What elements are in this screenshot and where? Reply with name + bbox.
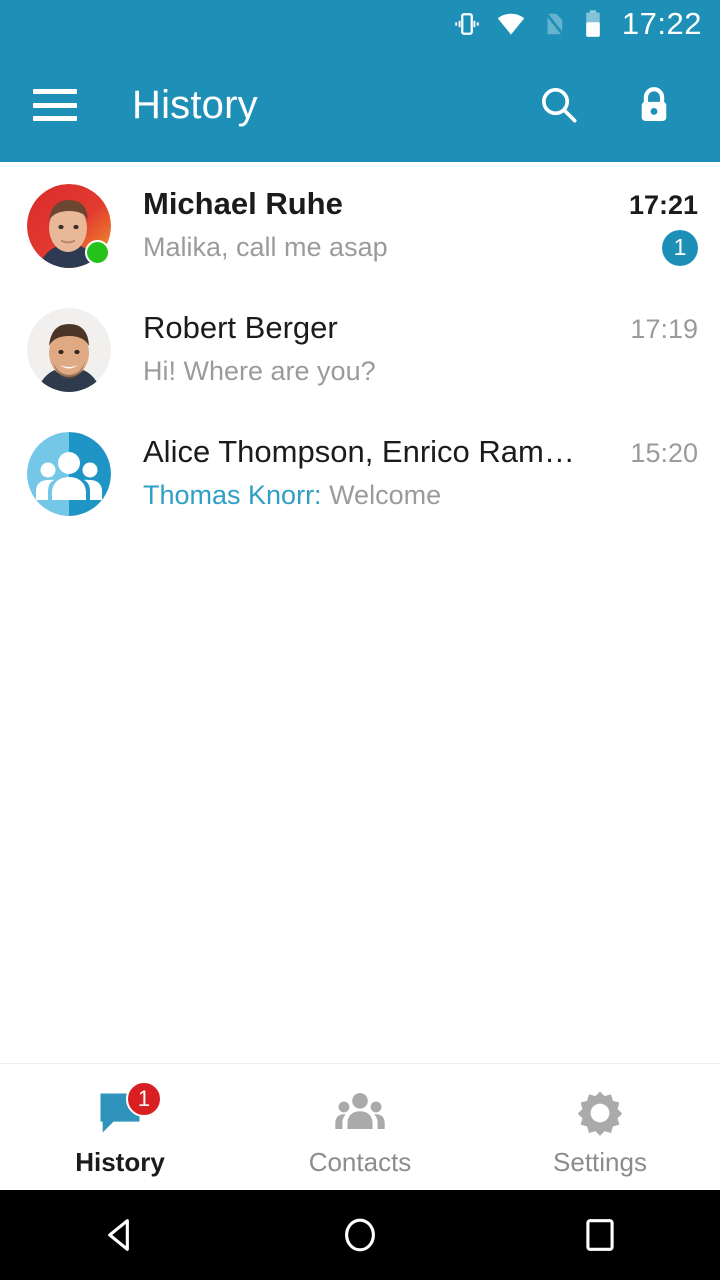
list-item-header: Michael Ruhe 17:21 xyxy=(143,186,698,223)
vibrate-icon xyxy=(452,9,482,39)
contacts-group-icon xyxy=(334,1085,386,1141)
no-sim-icon xyxy=(540,9,568,39)
online-status-indicator xyxy=(85,240,110,265)
chat-bubble-icon: 1 xyxy=(94,1081,162,1141)
list-item-content: Michael Ruhe 17:21 Malika, call me asap … xyxy=(143,184,698,266)
app-bar-actions xyxy=(536,82,676,128)
lock-icon[interactable] xyxy=(632,83,676,127)
list-item-subline: Hi! Where are you? xyxy=(143,354,698,390)
phone-screen: 17:22 History Michael Ruhe 17:21 Malika,… xyxy=(0,0,720,1280)
tab-contacts[interactable]: Contacts xyxy=(240,1064,480,1190)
badge-placeholder xyxy=(662,354,698,390)
wifi-icon xyxy=(496,9,526,39)
android-nav-bar xyxy=(0,1190,720,1280)
avatar xyxy=(27,432,111,516)
status-bar-clock: 17:22 xyxy=(621,5,702,41)
list-item-content: Robert Berger 17:19 Hi! Where are you? xyxy=(143,308,698,390)
list-item[interactable]: Alice Thompson, Enrico Ram… 15:20 Thomas… xyxy=(0,410,720,534)
message-snippet-text: Welcome xyxy=(329,480,442,511)
contact-name: Alice Thompson, Enrico Ram… xyxy=(143,434,575,469)
search-icon[interactable] xyxy=(536,82,582,128)
list-item[interactable]: Michael Ruhe 17:21 Malika, call me asap … xyxy=(0,162,720,286)
avatar xyxy=(27,184,111,268)
list-item-content: Alice Thompson, Enrico Ram… 15:20 Thomas… xyxy=(143,432,698,514)
badge-placeholder xyxy=(662,478,698,514)
message-time: 17:21 xyxy=(628,190,698,220)
tab-history[interactable]: 1 History xyxy=(0,1064,240,1190)
message-sender-prefix: Thomas Knorr: xyxy=(143,480,330,511)
recents-button[interactable] xyxy=(480,1213,720,1257)
tab-settings[interactable]: Settings xyxy=(480,1064,720,1190)
list-item-header: Alice Thompson, Enrico Ram… 15:20 xyxy=(143,434,698,471)
contact-name: Michael Ruhe xyxy=(143,186,343,221)
app-bar: History xyxy=(0,48,720,162)
avatar xyxy=(27,308,111,392)
list-item-subline: Malika, call me asap 1 xyxy=(143,229,698,266)
message-time: 17:19 xyxy=(630,314,698,344)
home-button[interactable] xyxy=(240,1213,480,1257)
message-snippet: Malika, call me asap xyxy=(143,232,388,263)
hamburger-menu-icon[interactable] xyxy=(33,89,77,121)
triangle-back-icon xyxy=(108,1219,129,1251)
group-avatar-icon xyxy=(27,432,111,516)
battery-icon xyxy=(582,9,604,39)
message-snippet: Thomas Knorr: Welcome xyxy=(143,480,646,511)
list-item[interactable]: Robert Berger 17:19 Hi! Where are you? xyxy=(0,286,720,410)
tab-label-history: History xyxy=(75,1147,165,1177)
bottom-tab-bar: 1 History Contacts Settings xyxy=(0,1063,720,1190)
circle-home-icon xyxy=(345,1218,375,1252)
list-item-header: Robert Berger 17:19 xyxy=(143,310,698,347)
tab-label-contacts: Contacts xyxy=(308,1147,412,1177)
tab-label-settings: Settings xyxy=(553,1147,647,1177)
contact-name: Robert Berger xyxy=(143,310,338,345)
tab-badge: 1 xyxy=(126,1081,162,1117)
gear-icon xyxy=(575,1085,625,1141)
message-time: 15:20 xyxy=(630,438,698,468)
status-bar: 17:22 xyxy=(0,0,720,48)
back-button[interactable] xyxy=(0,1213,240,1257)
list-item-subline: Thomas Knorr: Welcome xyxy=(143,478,698,514)
page-title: History xyxy=(132,83,258,127)
message-snippet: Hi! Where are you? xyxy=(143,356,376,387)
unread-count-badge: 1 xyxy=(662,229,698,266)
square-recents-icon xyxy=(586,1219,614,1251)
conversation-list[interactable]: Michael Ruhe 17:21 Malika, call me asap … xyxy=(0,162,720,1063)
